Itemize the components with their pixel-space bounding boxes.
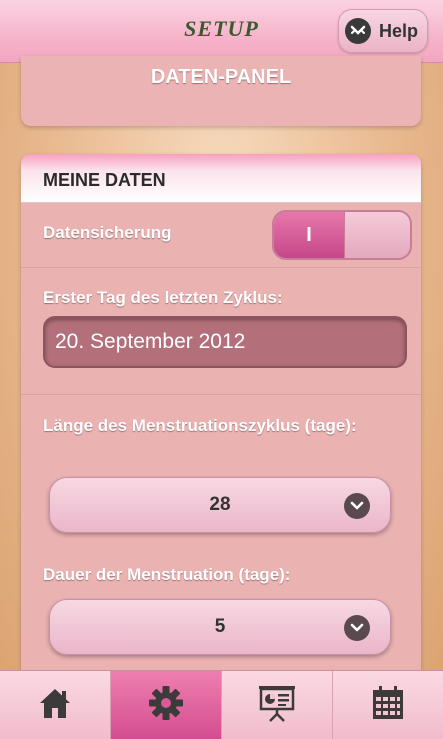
backup-label: Datensicherung [43,223,172,242]
cycle-start-date-field[interactable]: 20. September 2012 [43,316,407,368]
tab-presentation[interactable] [222,671,333,739]
cycle-length-select[interactable]: 28 [49,477,391,533]
cycle-start-label: Erster Tag des letzten Zyklus: [43,288,283,307]
presentation-icon [257,684,297,727]
app-header: SETUP Help [0,0,443,63]
backup-row: Datensicherung I [21,203,421,268]
cycle-length-label: Länge des Menstruationszyklus (tage): [43,416,357,435]
chevron-down-icon [344,493,370,519]
my-data-title: MEINE DATEN [43,170,166,190]
chevron-down-icon [344,615,370,641]
data-panel: DATEN-PANEL [21,56,421,126]
tab-calendar[interactable] [333,671,443,739]
duration-select[interactable]: 5 [49,599,391,655]
my-data-card: MEINE DATEN Datensicherung I Erster Tag … [21,154,421,694]
cycle-length-row: Länge des Menstruationszyklus (tage): 28 [21,395,421,553]
duration-row: Dauer der Menstruation (tage): 5 [21,553,421,683]
cycle-start-row: Erster Tag des letzten Zyklus: 20. Septe… [21,268,421,395]
help-button[interactable]: Help [338,9,428,53]
calendar-icon [371,685,405,726]
tab-home[interactable] [0,671,111,739]
home-icon [37,686,73,725]
bottom-tab-bar [0,670,443,739]
help-label: Help [379,20,419,41]
cycle-length-value: 28 [209,494,231,515]
backup-toggle[interactable]: I [272,210,412,260]
toggle-on-indicator: I [274,212,344,258]
duration-value: 5 [214,616,226,637]
toggle-knob [344,212,410,258]
duration-label: Dauer der Menstruation (tage): [43,565,291,584]
help-badge-icon [345,18,371,44]
tab-settings[interactable] [111,671,222,739]
my-data-header: MEINE DATEN [21,154,421,203]
gear-icon [147,684,185,727]
data-panel-title: DATEN-PANEL [150,66,292,88]
